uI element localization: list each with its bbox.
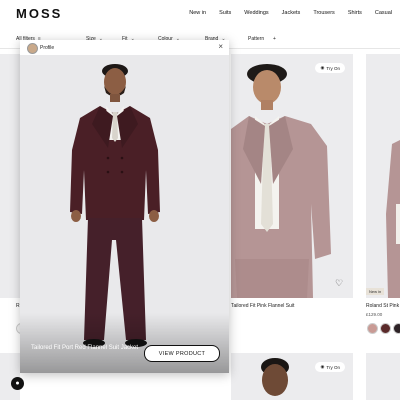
nav-item-shirts[interactable]: Shirts [348, 10, 362, 16]
wishlist-heart-icon[interactable]: ♡ [335, 278, 343, 289]
product-card-left[interactable] [0, 54, 20, 298]
product-card-roland[interactable] [366, 54, 400, 298]
nav-item-suits[interactable]: Suits [219, 10, 231, 16]
try-on-label: Try On [326, 364, 340, 370]
view-product-button[interactable]: VIEW PRODUCT [144, 345, 220, 362]
camera-icon: ◉ [320, 65, 325, 70]
nav-item-casual[interactable]: Casual [375, 10, 392, 16]
chat-icon[interactable]: ● [11, 377, 24, 390]
filter-pattern-label: Pattern [248, 36, 265, 42]
try-on-button[interactable]: ◉ Try On [315, 362, 345, 372]
new-in-badge: New in [366, 288, 385, 295]
product-image-bottom-middle [231, 353, 353, 400]
try-on-button[interactable]: ◉ Try On [315, 63, 345, 73]
camera-icon: ◉ [320, 364, 325, 369]
more-filters-button[interactable]: + [273, 36, 276, 42]
close-icon[interactable]: × [218, 42, 223, 51]
site-header: MOSS New in Suits Weddings Jackets Trous… [0, 0, 400, 31]
product-title-roland[interactable]: Roland St Pink [366, 303, 399, 309]
product-card-bottom-right[interactable] [366, 353, 400, 400]
color-swatch-pink[interactable] [367, 323, 378, 334]
nav-item-new-in[interactable]: New in [189, 10, 206, 16]
product-card-bottom-middle[interactable]: ◉ Try On [231, 353, 353, 400]
product-image-roland [366, 54, 400, 298]
nav-item-weddings[interactable]: Weddings [244, 10, 268, 16]
nav-item-trousers[interactable]: Trousers [313, 10, 335, 16]
brand-logo[interactable]: MOSS [16, 6, 62, 21]
color-swatch-burgundy[interactable] [380, 323, 391, 334]
filter-pattern[interactable]: Pattern [248, 36, 264, 42]
product-image-pink-suit [231, 54, 353, 298]
product-card-pink-flannel[interactable]: ◉ Try On [231, 54, 353, 298]
profile-label[interactable]: Profile [40, 45, 54, 51]
product-price-roland: £129.00 [366, 312, 383, 317]
profile-avatar[interactable] [27, 43, 38, 54]
nav-item-jackets[interactable]: Jackets [282, 10, 301, 16]
color-swatch-charcoal[interactable] [393, 323, 400, 334]
modal-product-title: Tailored Fit Port Red Flannel Suit Jacke… [31, 345, 139, 351]
main-nav: New in Suits Weddings Jackets Trousers S… [176, 10, 392, 16]
product-title-pink-flannel[interactable]: Tailored Fit Pink Flannel Suit [231, 303, 294, 309]
try-on-modal: Profile × Tailored Fit Port Red Flannel … [20, 40, 229, 373]
modal-bottom-gradient [20, 313, 229, 373]
modal-header: Profile × [20, 40, 229, 55]
try-on-label: Try On [326, 65, 340, 71]
